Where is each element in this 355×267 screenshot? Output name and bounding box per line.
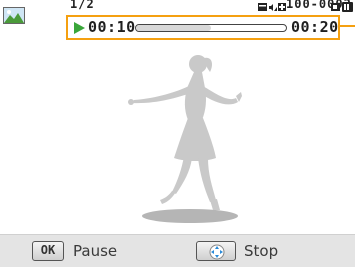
dancer-silhouette	[128, 55, 242, 223]
callout-line	[340, 25, 355, 27]
playback-progress-bar[interactable]: 00:10 00:20	[66, 15, 340, 40]
play-icon	[74, 22, 85, 34]
ok-key-label: OK	[40, 243, 56, 257]
memory-card-icon	[258, 3, 267, 11]
stop-label: Stop	[244, 242, 279, 260]
navigation-button[interactable]	[196, 241, 236, 261]
volume-icon	[269, 4, 277, 11]
control-bar: OK Pause Stop	[0, 234, 355, 267]
video-playback-screen: 1/2 100-0002 00:10 00:20 OK Pause Stop	[0, 0, 355, 267]
progress-track[interactable]	[135, 24, 287, 32]
total-time: 00:20	[291, 18, 339, 36]
flash-icon	[278, 3, 286, 11]
dpad-icon	[209, 244, 225, 260]
pause-label: Pause	[73, 242, 118, 260]
status-icons	[258, 3, 286, 11]
battery-icon	[331, 2, 353, 12]
progress-fill	[136, 25, 211, 31]
elapsed-time: 00:10	[88, 18, 136, 36]
file-counter: 1/2	[70, 0, 95, 11]
ok-button[interactable]: OK	[32, 241, 64, 261]
photo-thumbnail-icon	[3, 7, 25, 24]
